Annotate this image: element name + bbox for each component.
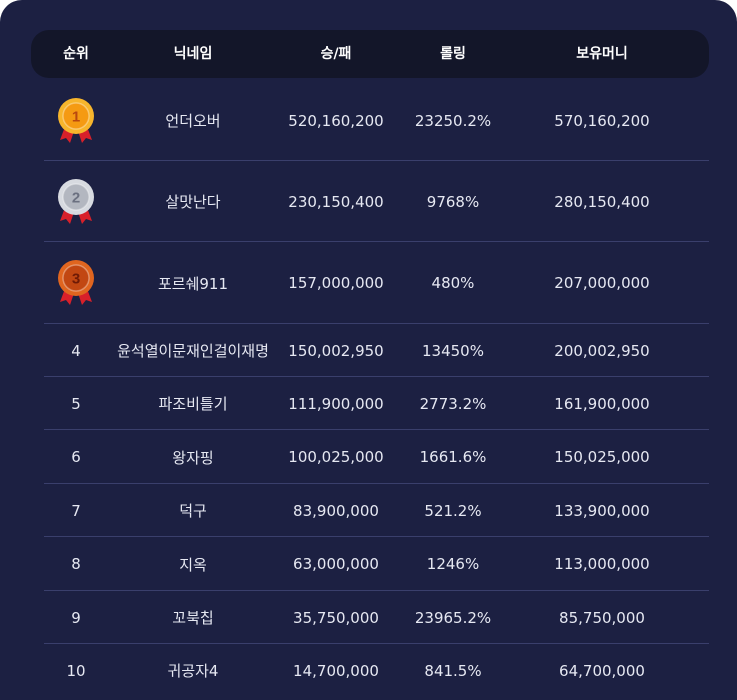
svg-text:2: 2 xyxy=(72,190,80,207)
money-cell: 200,002,950 xyxy=(554,341,650,360)
win-loss-cell: 157,000,000 xyxy=(288,274,384,292)
rolling-cell: 521.2% xyxy=(424,501,482,520)
table-row: 1 언더오버 520,160,200 23250.2% 570,160,200 xyxy=(0,80,737,161)
rolling-cell: 23250.2% xyxy=(414,111,492,130)
win-loss-cell: 100,025,000 xyxy=(288,448,384,466)
svg-text:3: 3 xyxy=(72,271,80,288)
rolling-cell: 2773.2% xyxy=(419,394,487,413)
money-cell: 570,160,200 xyxy=(554,111,650,130)
rank-cell: 4 xyxy=(71,341,81,360)
nickname-cell: 포르쉐911 xyxy=(158,242,228,324)
win-loss-cell: 111,900,000 xyxy=(288,394,384,413)
nickname-cell: 파조비틀기 xyxy=(158,377,227,430)
nickname-cell: 윤석열이문재인걸이재명 xyxy=(117,324,269,377)
table-row: 7 덕구 83,900,000 521.2% 133,900,000 xyxy=(0,484,737,537)
table-row: 2 살맛난다 230,150,400 9768% 280,150,400 xyxy=(0,161,737,242)
rolling-cell: 1661.6% xyxy=(419,448,487,466)
nickname-cell: 왕자핑 xyxy=(172,430,213,484)
win-loss-cell: 150,002,950 xyxy=(288,341,384,360)
table-row: 9 꼬북칩 35,750,000 23965.2% 85,750,000 xyxy=(0,591,737,644)
ranking-panel: 순위 닉네임 승/패 롤링 보유머니 1 언더오버 520,160,200 23250… xyxy=(0,0,737,700)
nickname-text: 지옥 xyxy=(179,555,207,574)
header-win-loss: 승/패 xyxy=(320,46,352,62)
money-cell: 85,750,000 xyxy=(559,608,645,627)
nickname-cell: 언더오버 xyxy=(165,80,220,161)
silver-medal-icon: 2 xyxy=(54,177,98,227)
nickname-text: 왕자핑 xyxy=(172,448,214,467)
rolling-cell: 841.5% xyxy=(424,661,482,680)
table-row: 4 윤석열이문재인걸이재명 150,002,950 13450% 200,002,950 xyxy=(0,324,737,377)
win-loss-cell: 83,900,000 xyxy=(293,501,379,520)
nickname-cell: 덕구 xyxy=(179,484,207,537)
money-cell: 280,150,400 xyxy=(554,192,650,211)
table-row: 10 귀공자4 14,700,000 841.5% 64,700,000 xyxy=(0,644,737,697)
nickname-cell: 꼬북칩 xyxy=(172,591,213,644)
win-loss-cell: 35,750,000 xyxy=(293,608,379,627)
nickname-cell: 귀공자4 xyxy=(168,644,219,697)
rolling-cell: 23965.2% xyxy=(414,608,492,627)
nickname-cell: 지옥 xyxy=(179,537,207,591)
rolling-cell: 9768% xyxy=(426,192,480,211)
nickname-text: 귀공자4 xyxy=(167,662,219,680)
header-money: 보유머니 xyxy=(576,46,628,62)
nickname-text: 덕구 xyxy=(179,502,207,520)
win-loss-cell: 14,700,000 xyxy=(293,661,379,680)
money-cell: 133,900,000 xyxy=(554,501,650,520)
rank-cell: 10 xyxy=(66,661,86,680)
win-loss-cell: 230,150,400 xyxy=(288,192,384,211)
rank-cell: 6 xyxy=(71,448,81,466)
money-cell: 150,025,000 xyxy=(554,448,650,466)
money-cell: 64,700,000 xyxy=(559,661,645,680)
nickname-text: 포르쉐911 xyxy=(157,274,229,293)
rank-cell: 9 xyxy=(71,608,81,627)
table-row: 8 지옥 63,000,000 1246% 113,000,000 xyxy=(0,537,737,591)
table-row: 6 왕자핑 100,025,000 1661.6% 150,025,000 xyxy=(0,430,737,484)
rolling-cell: 1246% xyxy=(426,555,480,573)
svg-text:1: 1 xyxy=(72,109,80,126)
header-rank: 순위 xyxy=(63,46,89,62)
rank-cell: 5 xyxy=(71,394,81,413)
bronze-medal-icon: 3 xyxy=(54,258,98,308)
money-cell: 207,000,000 xyxy=(554,274,650,292)
nickname-text: 파조비틀기 xyxy=(158,395,228,413)
money-cell: 113,000,000 xyxy=(554,555,650,573)
gold-medal-icon: 1 xyxy=(54,96,98,146)
nickname-cell: 살맛난다 xyxy=(165,161,220,242)
rank-cell: 7 xyxy=(71,501,81,520)
nickname-text: 꼬북칩 xyxy=(172,609,214,627)
header-nickname: 닉네임 xyxy=(173,46,213,62)
nickname-text: 언더오버 xyxy=(165,112,221,130)
rolling-cell: 13450% xyxy=(422,341,484,360)
table-row: 5 파조비틀기 111,900,000 2773.2% 161,900,000 xyxy=(0,377,737,430)
table-header: 순위 닉네임 승/패 롤링 보유머니 xyxy=(31,30,709,78)
win-loss-cell: 63,000,000 xyxy=(293,555,379,573)
rank-cell: 8 xyxy=(71,555,81,573)
win-loss-cell: 520,160,200 xyxy=(288,111,384,130)
header-rolling: 롤링 xyxy=(440,46,466,62)
nickname-text: 살맛난다 xyxy=(165,193,221,211)
rolling-cell: 480% xyxy=(431,274,475,292)
nickname-text: 윤석열이문재인걸이재명 xyxy=(117,342,269,360)
table-row: 3 포르쉐911 157,000,000 480% 207,000,000 xyxy=(0,242,737,324)
money-cell: 161,900,000 xyxy=(554,394,650,413)
